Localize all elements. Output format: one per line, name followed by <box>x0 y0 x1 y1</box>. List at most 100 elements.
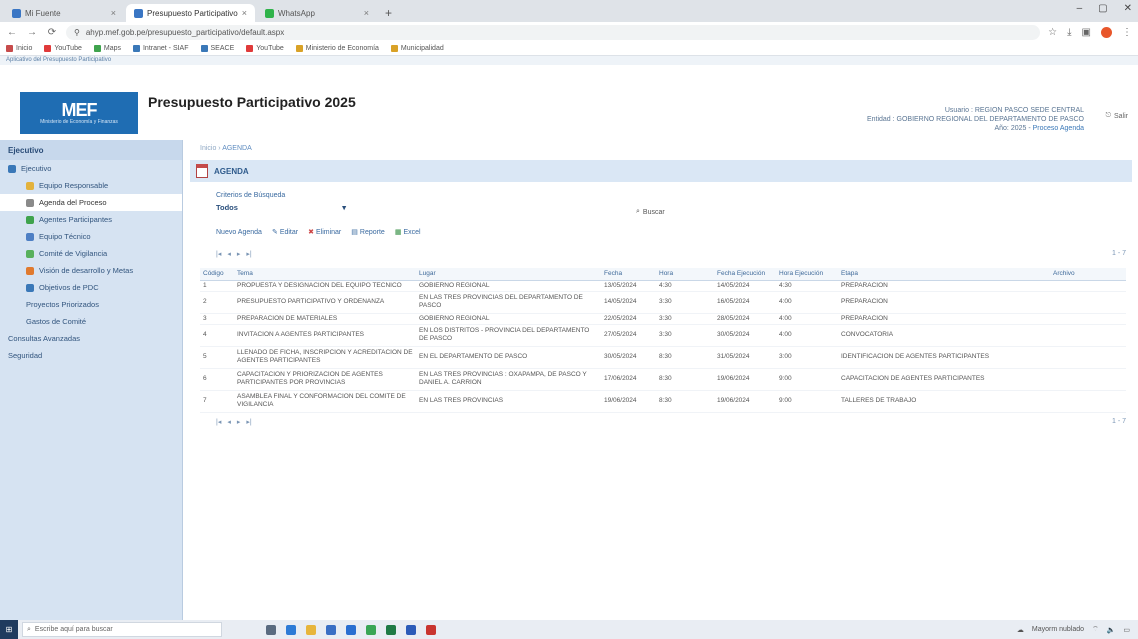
logout-button[interactable]: ⎋ Salir <box>1105 112 1128 120</box>
table-row[interactable]: 7 ASAMBLEA FINAL Y CONFORMACION DEL COMIT… <box>200 390 1126 413</box>
excel-button[interactable]: ▦ Excel <box>395 228 421 237</box>
table-body: 1 PROPUESTA Y DESIGNACION DEL EQUIPO TECN… <box>200 280 1126 413</box>
download-icon[interactable]: ⤓ <box>1067 27 1071 38</box>
sidebar-item[interactable]: Comité de Vigilancia <box>0 245 182 262</box>
breadcrumb-home[interactable]: Inicio <box>200 145 216 152</box>
column-header[interactable]: Lugar <box>416 268 601 281</box>
notification-icon[interactable]: ▭ <box>1123 626 1130 634</box>
excel-app-icon[interactable] <box>386 624 396 635</box>
bookmark-item[interactable]: Intranet - SIAF <box>132 45 189 52</box>
minimize-icon[interactable]: – <box>1077 3 1083 14</box>
bookmark-item[interactable]: YouTube <box>44 45 82 52</box>
sidebar-item[interactable]: Visión de desarrollo y Metas <box>0 262 182 279</box>
browser-tab-1[interactable]: Mi Fuente × <box>4 4 124 22</box>
table-row[interactable]: 3 PREPARACION DE MATERIALES GOBIERNO REGIO… <box>200 313 1126 325</box>
last-page-icon[interactable]: ▸| <box>246 250 251 258</box>
taskbar-search-input[interactable]: ⌕ Escribe aquí para buscar <box>22 622 222 637</box>
first-page-icon[interactable]: |◂ <box>216 250 221 258</box>
volume-icon[interactable]: 🔈 <box>1107 626 1116 634</box>
profile-avatar[interactable] <box>1101 26 1112 38</box>
column-header[interactable]: Etapa <box>838 268 1050 281</box>
menu-icon[interactable]: ⋮ <box>1122 27 1132 38</box>
url-input[interactable]: ⚲ ahyp.mef.gob.pe/presupuesto_participat… <box>66 24 1041 40</box>
column-header[interactable]: Hora Ejecución <box>776 268 838 281</box>
column-header[interactable]: Fecha <box>601 268 656 281</box>
sidebar-item[interactable]: Seguridad <box>0 347 182 364</box>
edit-button[interactable]: ✎ Editar <box>272 228 298 237</box>
process-link[interactable]: Proceso Agenda <box>1033 125 1084 132</box>
sidebar-item[interactable]: Gastos de Comité <box>0 313 182 330</box>
table-row[interactable]: 2 PRESUPUESTO PARTICIPATIVO Y ORDENANZA EN… <box>200 291 1126 314</box>
table-cell: CAPACITACION DE AGENTES PARTICIPANTES <box>838 368 1050 391</box>
bookmark-item[interactable]: Ministerio de Economía <box>295 45 379 52</box>
bookmark-item[interactable]: Municipalidad <box>390 45 444 52</box>
site-info-icon[interactable]: ⚲ <box>74 28 80 37</box>
prev-page-icon[interactable]: ◂ <box>227 250 231 258</box>
task-view-icon[interactable] <box>266 624 276 635</box>
menu-icon <box>26 215 34 224</box>
last-page-icon[interactable]: ▸| <box>246 418 251 426</box>
table-cell <box>1050 390 1126 413</box>
edge-icon[interactable] <box>286 624 296 635</box>
browser-tab-3[interactable]: WhatsApp × <box>257 4 377 22</box>
browser-tab-2[interactable]: Presupuesto Participativo × <box>126 4 255 22</box>
bookmark-item[interactable]: Maps <box>93 45 121 52</box>
network-icon[interactable]: ⌔ <box>1092 625 1099 634</box>
new-tab-icon[interactable]: + <box>379 4 398 22</box>
table-row[interactable]: 4 INVITACION A AGENTES PARTICIPANTES EN LO… <box>200 324 1126 347</box>
bookmark-item[interactable]: SEACE <box>200 45 234 52</box>
close-icon[interactable]: × <box>111 8 116 18</box>
sidebar-item[interactable]: Agentes Participantes <box>0 211 182 228</box>
table-row[interactable]: 5 LLENADO DE FICHA, INSCRIPCION Y ACREDIT… <box>200 346 1126 369</box>
pdf-app-icon[interactable] <box>426 624 436 635</box>
sidebar-item[interactable]: Equipo Responsable <box>0 177 182 194</box>
table-cell: ASAMBLEA FINAL Y CONFORMACION DEL COMITE… <box>234 390 416 413</box>
sidebar-item[interactable]: Agenda del Proceso <box>0 194 182 211</box>
delete-button[interactable]: ✖ Eliminar <box>308 228 341 237</box>
sidebar-item-label: Agenda del Proceso <box>39 198 107 207</box>
sidebar-item-label: Consultas Avanzadas <box>8 334 80 343</box>
forward-icon[interactable]: → <box>26 27 38 38</box>
bookmark-item[interactable]: YouTube <box>246 45 284 52</box>
prev-page-icon[interactable]: ◂ <box>227 418 231 426</box>
chrome-icon[interactable] <box>366 624 376 635</box>
reload-icon[interactable]: ⟳ <box>46 27 58 38</box>
first-page-icon[interactable]: |◂ <box>216 418 221 426</box>
file-explorer-icon[interactable] <box>306 624 316 635</box>
close-icon[interactable]: × <box>242 8 247 18</box>
filter-select[interactable]: Todos ▾ <box>216 203 346 214</box>
next-page-icon[interactable]: ▸ <box>237 418 241 426</box>
next-page-icon[interactable]: ▸ <box>237 250 241 258</box>
sidebar-item[interactable]: Objetivos de PDC <box>0 279 182 296</box>
windows-start-icon[interactable]: ⊞ <box>0 620 18 639</box>
column-header[interactable]: Tema <box>234 268 416 281</box>
table-row[interactable]: 6 CAPACITACION Y PRIORIZACION DE AGENTES … <box>200 368 1126 391</box>
sidebar-item[interactable]: Ejecutivo <box>0 160 182 177</box>
table-cell: 5 <box>200 346 234 369</box>
column-header[interactable]: Código <box>200 268 234 281</box>
sidebar-item[interactable]: Consultas Avanzadas <box>0 330 182 347</box>
user-entity: Entidad : GOBIERNO REGIONAL DEL DEPARTAM… <box>866 116 1084 123</box>
bookmark-item[interactable]: Inicio <box>6 45 32 52</box>
maximize-icon[interactable]: ▢ <box>1098 3 1107 14</box>
search-button[interactable]: ⌕ Buscar <box>636 208 665 216</box>
word-app-icon[interactable] <box>406 624 416 635</box>
column-header[interactable]: Hora <box>656 268 714 281</box>
star-icon[interactable]: ☆ <box>1048 27 1057 38</box>
mail-icon[interactable] <box>346 624 356 635</box>
table-row[interactable]: 1 PROPUESTA Y DESIGNACION DEL EQUIPO TECN… <box>200 280 1126 292</box>
bookmarks-bar: Inicio YouTube Maps Intranet - SIAF SEAC… <box>0 42 1138 56</box>
close-icon[interactable]: × <box>364 8 369 18</box>
tab-label: WhatsApp <box>277 8 315 18</box>
column-header[interactable]: Archivo <box>1050 268 1126 281</box>
sidebar-item[interactable]: Proyectos Priorizados <box>0 296 182 313</box>
weather-icon[interactable]: ☁ <box>1017 626 1024 634</box>
new-agenda-button[interactable]: Nuevo Agenda <box>216 229 262 236</box>
sidepanel-icon[interactable]: ▣ <box>1082 27 1091 38</box>
close-window-icon[interactable]: ✕ <box>1124 3 1132 14</box>
store-icon[interactable] <box>326 624 336 635</box>
report-button[interactable]: ▤ Reporte <box>351 228 385 237</box>
column-header[interactable]: Fecha Ejecución <box>714 268 776 281</box>
sidebar-item[interactable]: Equipo Técnico <box>0 228 182 245</box>
back-icon[interactable]: ← <box>6 27 18 38</box>
